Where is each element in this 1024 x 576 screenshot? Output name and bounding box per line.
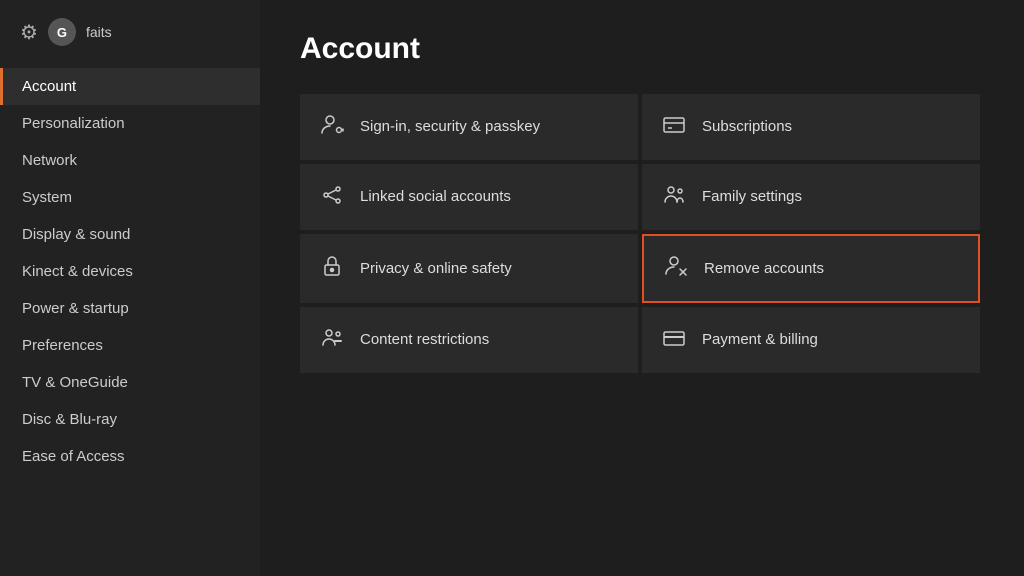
sidebar-header: ⚙ G faits [0, 0, 260, 64]
payment-icon [662, 326, 686, 355]
sidebar-item-system[interactable]: System [0, 179, 260, 216]
lock-icon [320, 254, 344, 283]
grid-item-label-content-restrictions: Content restrictions [360, 330, 489, 350]
grid-item-label-payment-billing: Payment & billing [702, 330, 818, 350]
account-grid: Sign-in, security & passkey Subscriptions… [300, 94, 980, 373]
avatar: G [48, 18, 76, 46]
grid-item-label-privacy-safety: Privacy & online safety [360, 259, 512, 279]
main-content: Account Sign-in, security & passkey Subsc… [260, 0, 1024, 576]
grid-item-content-restrictions[interactable]: Content restrictions [300, 307, 638, 373]
sidebar-item-network[interactable]: Network [0, 142, 260, 179]
sidebar-nav: AccountPersonalizationNetworkSystemDispl… [0, 68, 260, 475]
person-key-icon [320, 113, 344, 142]
grid-item-label-remove-accounts: Remove accounts [704, 259, 824, 279]
grid-item-subscriptions[interactable]: Subscriptions [642, 94, 980, 160]
grid-item-label-sign-in-security: Sign-in, security & passkey [360, 117, 540, 137]
sidebar-item-account[interactable]: Account [0, 68, 260, 105]
sidebar-item-display-sound[interactable]: Display & sound [0, 216, 260, 253]
sidebar-item-preferences[interactable]: Preferences [0, 327, 260, 364]
remove-person-icon [664, 254, 688, 283]
family-icon [662, 183, 686, 212]
grid-item-label-family-settings: Family settings [702, 187, 802, 207]
sidebar-item-ease-of-access[interactable]: Ease of Access [0, 438, 260, 475]
grid-item-label-subscriptions: Subscriptions [702, 117, 792, 137]
sidebar-item-personalization[interactable]: Personalization [0, 105, 260, 142]
page-title: Account [300, 32, 984, 66]
grid-item-label-linked-social: Linked social accounts [360, 187, 511, 207]
subscriptions-icon [662, 113, 686, 142]
sidebar-item-tv-oneguide[interactable]: TV & OneGuide [0, 364, 260, 401]
social-icon [320, 183, 344, 212]
sidebar-item-disc-bluray[interactable]: Disc & Blu-ray [0, 401, 260, 438]
sidebar-item-kinect-devices[interactable]: Kinect & devices [0, 253, 260, 290]
grid-item-payment-billing[interactable]: Payment & billing [642, 307, 980, 373]
gear-icon: ⚙ [20, 20, 38, 45]
grid-item-family-settings[interactable]: Family settings [642, 164, 980, 230]
sidebar-item-power-startup[interactable]: Power & startup [0, 290, 260, 327]
grid-item-sign-in-security[interactable]: Sign-in, security & passkey [300, 94, 638, 160]
grid-item-privacy-safety[interactable]: Privacy & online safety [300, 234, 638, 303]
sidebar: ⚙ G faits AccountPersonalizationNetworkS… [0, 0, 260, 576]
username-label: faits [86, 24, 112, 40]
grid-item-remove-accounts[interactable]: Remove accounts [642, 234, 980, 303]
content-restrict-icon [320, 326, 344, 355]
grid-item-linked-social[interactable]: Linked social accounts [300, 164, 638, 230]
